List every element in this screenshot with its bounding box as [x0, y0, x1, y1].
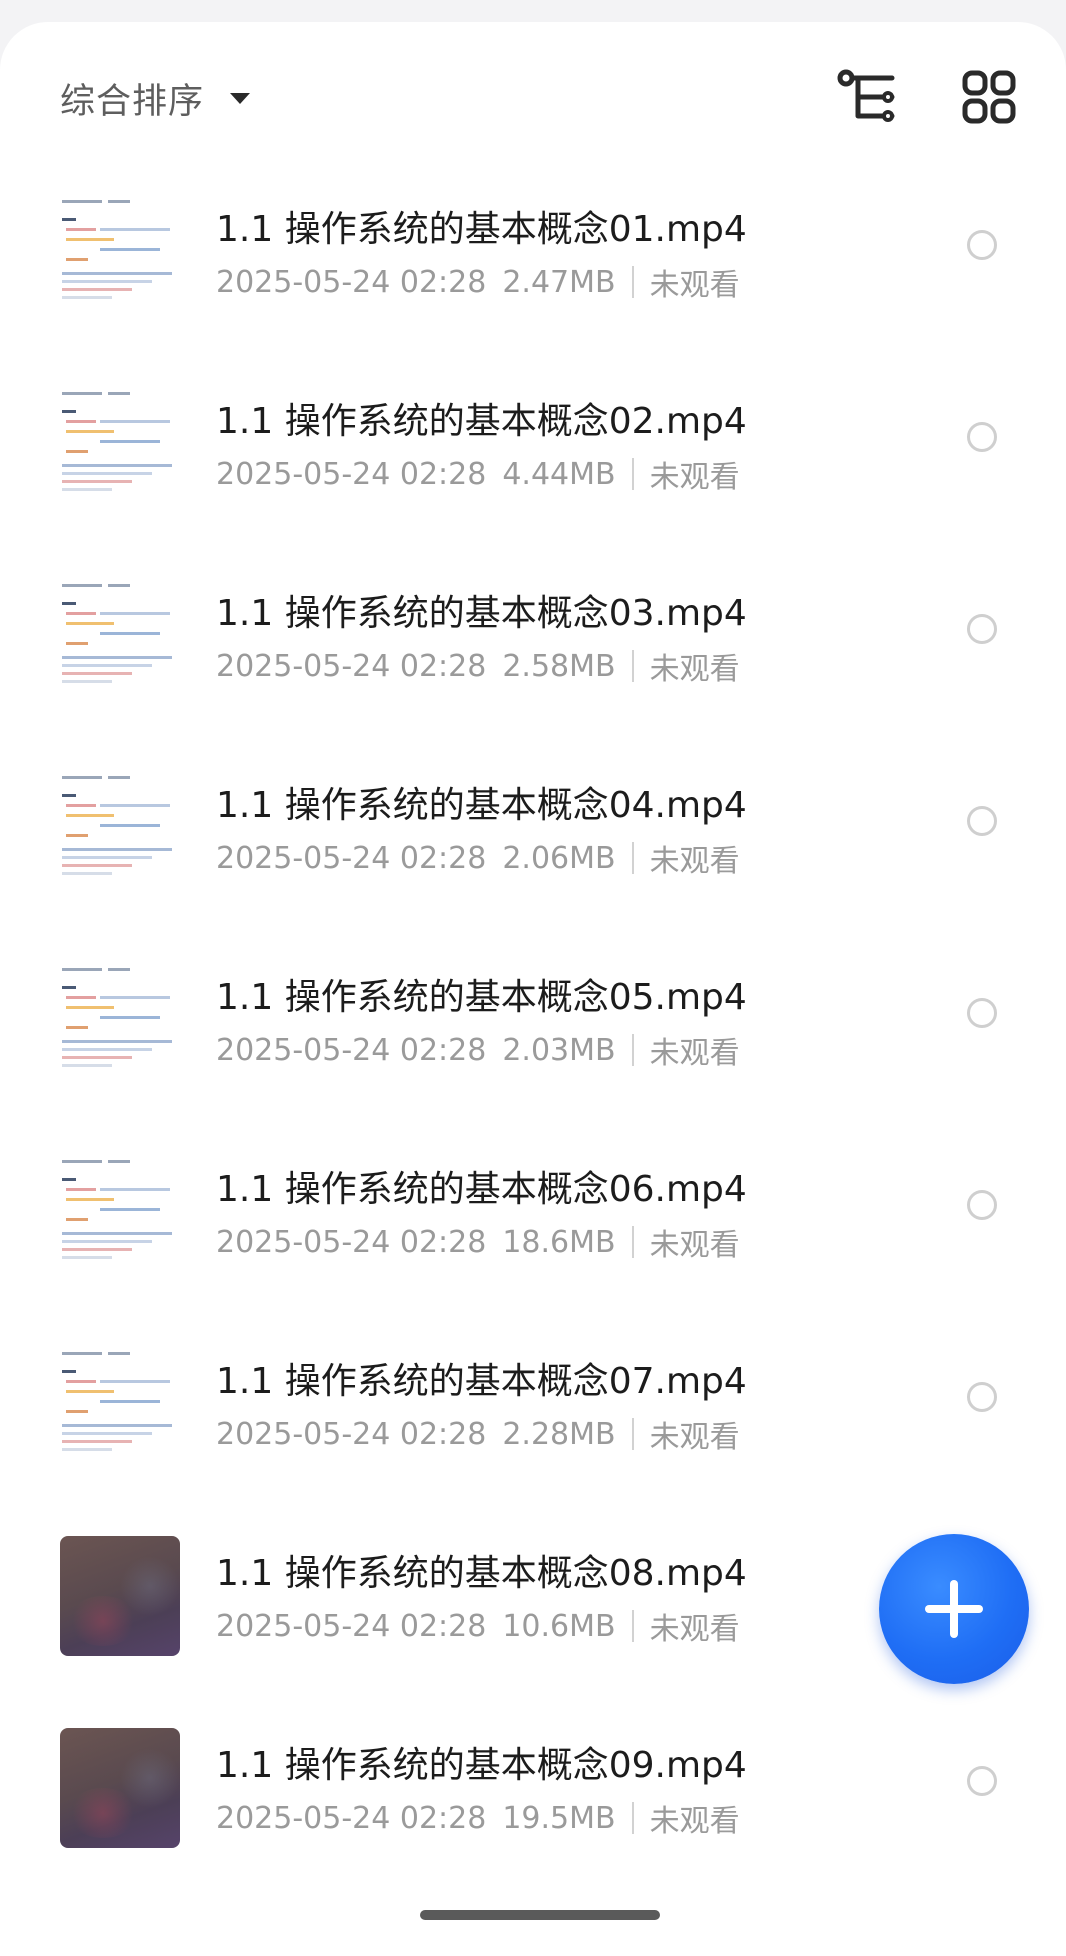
- video-thumbnail: [60, 1344, 180, 1464]
- file-date: 2025-05-24 02:28: [216, 1032, 487, 1068]
- add-button[interactable]: [879, 1534, 1029, 1684]
- file-row[interactable]: 1.1 操作系统的基本概念07.mp4 2025-05-24 02:28 2.28M…: [0, 1344, 1066, 1536]
- file-row[interactable]: 1.1 操作系统的基本概念09.mp4 2025-05-24 02:28 19.5M…: [0, 1728, 1066, 1920]
- watch-status: 未观看: [649, 268, 740, 303]
- video-thumbnail-image: [60, 192, 180, 312]
- sort-dropdown[interactable]: 综合排序: [60, 70, 251, 126]
- plus-icon-bar: [925, 1605, 983, 1613]
- file-row[interactable]: 1.1 操作系统的基本概念05.mp4 2025-05-24 02:28 2.03M…: [0, 960, 1066, 1152]
- select-radio[interactable]: [967, 1382, 997, 1412]
- file-name: 1.1 操作系统的基本概念02.mp4: [216, 401, 747, 442]
- video-thumbnail-image: [60, 384, 180, 504]
- watch-status: 未观看: [649, 1036, 740, 1071]
- file-meta: 2025-05-24 02:28 4.44MB 未观看: [216, 452, 740, 496]
- select-radio[interactable]: [967, 806, 997, 836]
- file-date: 2025-05-24 02:28: [216, 1416, 487, 1452]
- video-thumbnail-image: [60, 1344, 180, 1464]
- file-name: 1.1 操作系统的基本概念03.mp4: [216, 593, 747, 634]
- file-size: 18.6MB: [502, 1224, 616, 1260]
- file-row[interactable]: 1.1 操作系统的基本概念01.mp4 2025-05-24 02:28 2.47M…: [0, 192, 1066, 384]
- video-thumbnail-image: [60, 1152, 180, 1272]
- file-name: 1.1 操作系统的基本概念08.mp4: [216, 1553, 747, 1594]
- meta-divider: [631, 1226, 634, 1258]
- file-date: 2025-05-24 02:28: [216, 456, 487, 492]
- meta-divider: [631, 1418, 634, 1450]
- sort-label: 综合排序: [60, 81, 205, 122]
- video-thumbnail: [60, 384, 180, 504]
- video-thumbnail: [60, 960, 180, 1080]
- meta-divider: [631, 1610, 634, 1642]
- file-meta: 2025-05-24 02:28 19.5MB 未观看: [216, 1796, 740, 1840]
- meta-divider: [631, 842, 634, 874]
- meta-divider: [631, 1034, 634, 1066]
- tree-view-icon[interactable]: [836, 66, 898, 128]
- file-row[interactable]: 1.1 操作系统的基本概念04.mp4 2025-05-24 02:28 2.06M…: [0, 768, 1066, 960]
- file-name: 1.1 操作系统的基本概念07.mp4: [216, 1361, 747, 1402]
- file-meta: 2025-05-24 02:28 10.6MB 未观看: [216, 1604, 740, 1648]
- file-size: 2.47MB: [502, 264, 616, 300]
- file-name: 1.1 操作系统的基本概念01.mp4: [216, 209, 747, 250]
- watch-status: 未观看: [649, 844, 740, 879]
- video-thumbnail-image: [60, 768, 180, 888]
- video-thumbnail: [60, 1728, 180, 1848]
- thumbnail-blur: [120, 1556, 180, 1616]
- file-name: 1.1 操作系统的基本概念09.mp4: [216, 1745, 747, 1786]
- file-meta: 2025-05-24 02:28 2.28MB 未观看: [216, 1412, 740, 1456]
- file-date: 2025-05-24 02:28: [216, 1608, 487, 1644]
- caret-down-icon: [230, 92, 251, 104]
- video-thumbnail-image: [60, 960, 180, 1080]
- file-size: 2.28MB: [502, 1416, 616, 1452]
- watch-status: 未观看: [649, 1804, 740, 1839]
- file-date: 2025-05-24 02:28: [216, 648, 487, 684]
- home-indicator[interactable]: [420, 1910, 660, 1920]
- grid-view-icon[interactable]: [958, 66, 1020, 128]
- file-date: 2025-05-24 02:28: [216, 1224, 487, 1260]
- file-date: 2025-05-24 02:28: [216, 1800, 487, 1836]
- video-thumbnail: [60, 1536, 180, 1656]
- toolbar: 综合排序: [0, 22, 1066, 162]
- watch-status: 未观看: [649, 1612, 740, 1647]
- file-size: 4.44MB: [502, 456, 616, 492]
- select-radio[interactable]: [967, 422, 997, 452]
- thumbnail-blur: [120, 1748, 180, 1808]
- file-size: 19.5MB: [502, 1800, 616, 1836]
- video-thumbnail: [60, 768, 180, 888]
- video-thumbnail: [60, 1152, 180, 1272]
- watch-status: 未观看: [649, 1228, 740, 1263]
- watch-status: 未观看: [649, 460, 740, 495]
- file-name: 1.1 操作系统的基本概念04.mp4: [216, 785, 747, 826]
- file-row[interactable]: 1.1 操作系统的基本概念06.mp4 2025-05-24 02:28 18.6M…: [0, 1152, 1066, 1344]
- file-row[interactable]: 1.1 操作系统的基本概念02.mp4 2025-05-24 02:28 4.44M…: [0, 384, 1066, 576]
- file-row[interactable]: 1.1 操作系统的基本概念03.mp4 2025-05-24 02:28 2.58M…: [0, 576, 1066, 768]
- select-radio[interactable]: [967, 614, 997, 644]
- video-thumbnail: [60, 576, 180, 696]
- meta-divider: [631, 1802, 634, 1834]
- video-thumbnail-image: [60, 576, 180, 696]
- file-meta: 2025-05-24 02:28 2.47MB 未观看: [216, 260, 740, 304]
- file-meta: 2025-05-24 02:28 18.6MB 未观看: [216, 1220, 740, 1264]
- meta-divider: [631, 458, 634, 490]
- select-radio[interactable]: [967, 998, 997, 1028]
- file-size: 2.58MB: [502, 648, 616, 684]
- watch-status: 未观看: [649, 1420, 740, 1455]
- file-date: 2025-05-24 02:28: [216, 264, 487, 300]
- file-date: 2025-05-24 02:28: [216, 840, 487, 876]
- meta-divider: [631, 266, 634, 298]
- select-radio[interactable]: [967, 230, 997, 260]
- file-name: 1.1 操作系统的基本概念05.mp4: [216, 977, 747, 1018]
- file-meta: 2025-05-24 02:28 2.03MB 未观看: [216, 1028, 740, 1072]
- video-thumbnail: [60, 192, 180, 312]
- select-radio[interactable]: [967, 1190, 997, 1220]
- file-name: 1.1 操作系统的基本概念06.mp4: [216, 1169, 747, 1210]
- select-radio[interactable]: [967, 1766, 997, 1796]
- file-meta: 2025-05-24 02:28 2.58MB 未观看: [216, 644, 740, 688]
- meta-divider: [631, 650, 634, 682]
- file-size: 2.03MB: [502, 1032, 616, 1068]
- file-size: 2.06MB: [502, 840, 616, 876]
- file-size: 10.6MB: [502, 1608, 616, 1644]
- watch-status: 未观看: [649, 652, 740, 687]
- file-meta: 2025-05-24 02:28 2.06MB 未观看: [216, 836, 740, 880]
